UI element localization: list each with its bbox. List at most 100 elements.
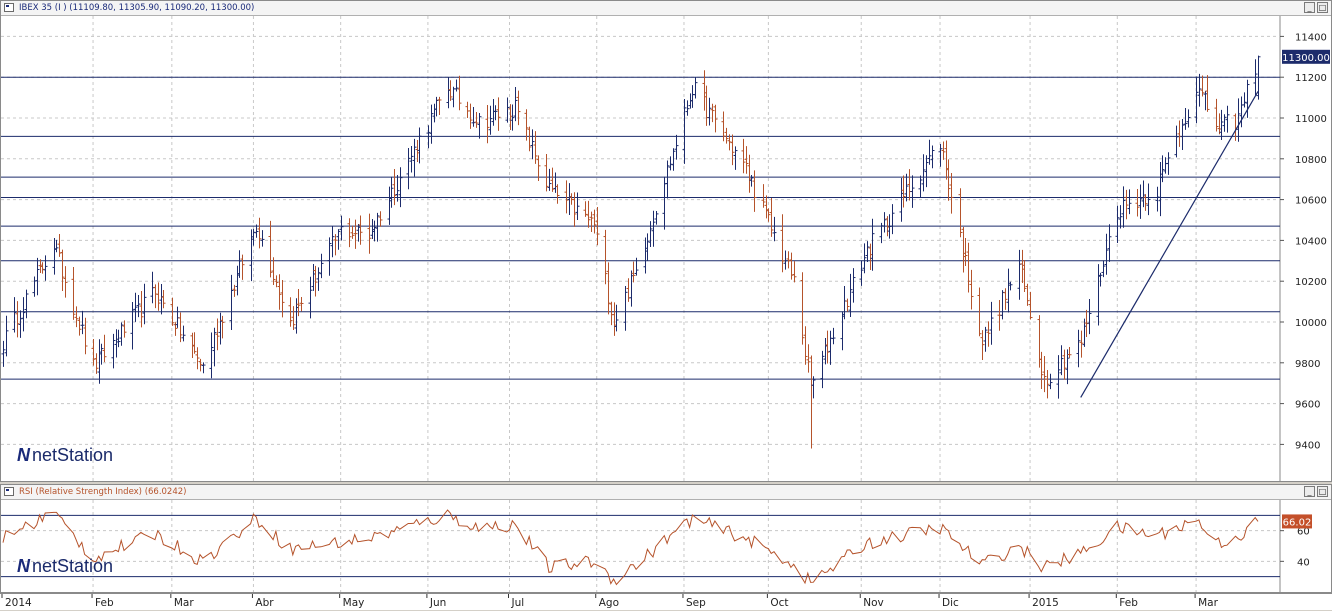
price-bar bbox=[707, 97, 712, 126]
price-bar bbox=[316, 267, 321, 291]
price-bar bbox=[209, 332, 214, 379]
price-bar bbox=[609, 301, 614, 326]
price-bar bbox=[1067, 347, 1072, 358]
price-bar bbox=[1039, 351, 1044, 389]
price-bar bbox=[249, 229, 254, 282]
price-axis-label: 11400 bbox=[1295, 32, 1327, 43]
price-bar bbox=[1225, 105, 1230, 133]
price-bar bbox=[631, 261, 636, 283]
price-bar bbox=[367, 213, 372, 254]
price-bar bbox=[1087, 298, 1092, 335]
price-bar bbox=[77, 316, 82, 336]
price-bar bbox=[553, 172, 558, 193]
price-bar bbox=[907, 169, 912, 201]
price-bar bbox=[268, 220, 273, 278]
price-bar bbox=[91, 339, 96, 366]
price-bar bbox=[789, 252, 794, 280]
price-bar bbox=[336, 229, 341, 250]
price-bar bbox=[97, 339, 102, 384]
price-bar bbox=[989, 301, 994, 345]
price-bar bbox=[944, 140, 949, 180]
netstation-logo-mark: N bbox=[17, 445, 30, 465]
price-bar bbox=[567, 183, 572, 215]
time-axis-label: Jul bbox=[511, 597, 525, 609]
price-bar bbox=[291, 306, 296, 330]
price-bar bbox=[851, 268, 856, 303]
time-axis-label: Feb bbox=[1119, 597, 1138, 609]
price-bar bbox=[1242, 92, 1247, 108]
price-bar bbox=[1166, 152, 1171, 175]
price-axis-label: 9600 bbox=[1295, 400, 1320, 411]
price-bar bbox=[1118, 205, 1123, 229]
price-bar bbox=[1022, 260, 1027, 293]
price-bar bbox=[1000, 290, 1005, 320]
price-bar bbox=[744, 146, 749, 174]
price-bar bbox=[294, 298, 299, 334]
price-bar bbox=[614, 304, 619, 332]
price-bar bbox=[713, 104, 718, 133]
price-bar bbox=[1107, 224, 1112, 262]
price-bar bbox=[842, 286, 847, 320]
support-trendline bbox=[1080, 91, 1259, 398]
price-bar bbox=[74, 306, 79, 328]
price-bar bbox=[1025, 283, 1030, 306]
price-bar bbox=[792, 261, 797, 283]
price-bar bbox=[1194, 76, 1199, 124]
price-bar bbox=[356, 224, 361, 242]
price-bar bbox=[122, 320, 127, 338]
netstation-logo-text: netStation bbox=[32, 556, 114, 576]
price-bar bbox=[693, 77, 698, 99]
price-bar bbox=[471, 106, 476, 127]
price-bar bbox=[626, 278, 631, 302]
price-bar bbox=[840, 311, 845, 351]
price-bar bbox=[809, 355, 814, 449]
price-bar bbox=[485, 104, 490, 144]
netstation-logo-mark: N bbox=[17, 556, 30, 576]
price-bar bbox=[159, 283, 164, 315]
price-bar bbox=[333, 234, 338, 256]
price-bar bbox=[648, 221, 653, 248]
price-bar bbox=[201, 362, 206, 374]
price-bar bbox=[18, 310, 23, 338]
rsi-last-value-label: 66.02 bbox=[1283, 517, 1312, 528]
rsi-chart[interactable]: 604066.02 bbox=[1, 485, 1331, 592]
price-bar bbox=[319, 253, 324, 279]
price-bar bbox=[766, 208, 771, 222]
price-bar bbox=[927, 139, 932, 165]
price-bar bbox=[820, 350, 825, 389]
time-axis-label: May bbox=[343, 597, 365, 609]
price-bar bbox=[682, 98, 687, 164]
last-price-label: 11300.00 bbox=[1282, 53, 1330, 64]
price-axis-label: 10600 bbox=[1295, 196, 1327, 207]
price-bar bbox=[465, 101, 470, 119]
rsi-axis-label: 40 bbox=[1297, 557, 1310, 568]
price-bar bbox=[671, 148, 676, 171]
time-axis-label: Mar bbox=[1198, 597, 1218, 609]
price-bar bbox=[761, 184, 766, 208]
price-bar bbox=[432, 103, 437, 123]
price-bar bbox=[1115, 205, 1120, 243]
price-bar bbox=[980, 330, 985, 361]
rsi-panel: RSI (Relative Strength Index) (66.0242) … bbox=[0, 484, 1332, 593]
price-bar bbox=[412, 138, 417, 177]
price-bar bbox=[1177, 120, 1182, 147]
price-bar bbox=[83, 317, 88, 355]
price-bar bbox=[330, 226, 335, 258]
rsi-axis-background bbox=[1280, 500, 1331, 592]
time-axis-label: Nov bbox=[863, 597, 884, 609]
price-bar bbox=[1020, 249, 1025, 283]
price-bar bbox=[606, 262, 611, 315]
price-bar bbox=[1028, 291, 1033, 320]
price-chart[interactable]: 11400 11200 11000 10800 10600 10400 10200 10000… bbox=[1, 1, 1331, 481]
price-bar bbox=[747, 154, 752, 193]
price-bar bbox=[803, 326, 808, 365]
price-bar bbox=[1076, 329, 1081, 368]
price-bar bbox=[969, 269, 974, 310]
price-bar bbox=[513, 86, 518, 122]
price-bar bbox=[1059, 345, 1064, 376]
time-axis-label: Ago bbox=[599, 597, 619, 609]
price-bar bbox=[859, 260, 864, 286]
price-bar bbox=[474, 111, 479, 128]
price-bar bbox=[43, 255, 48, 281]
price-bar bbox=[961, 226, 966, 273]
